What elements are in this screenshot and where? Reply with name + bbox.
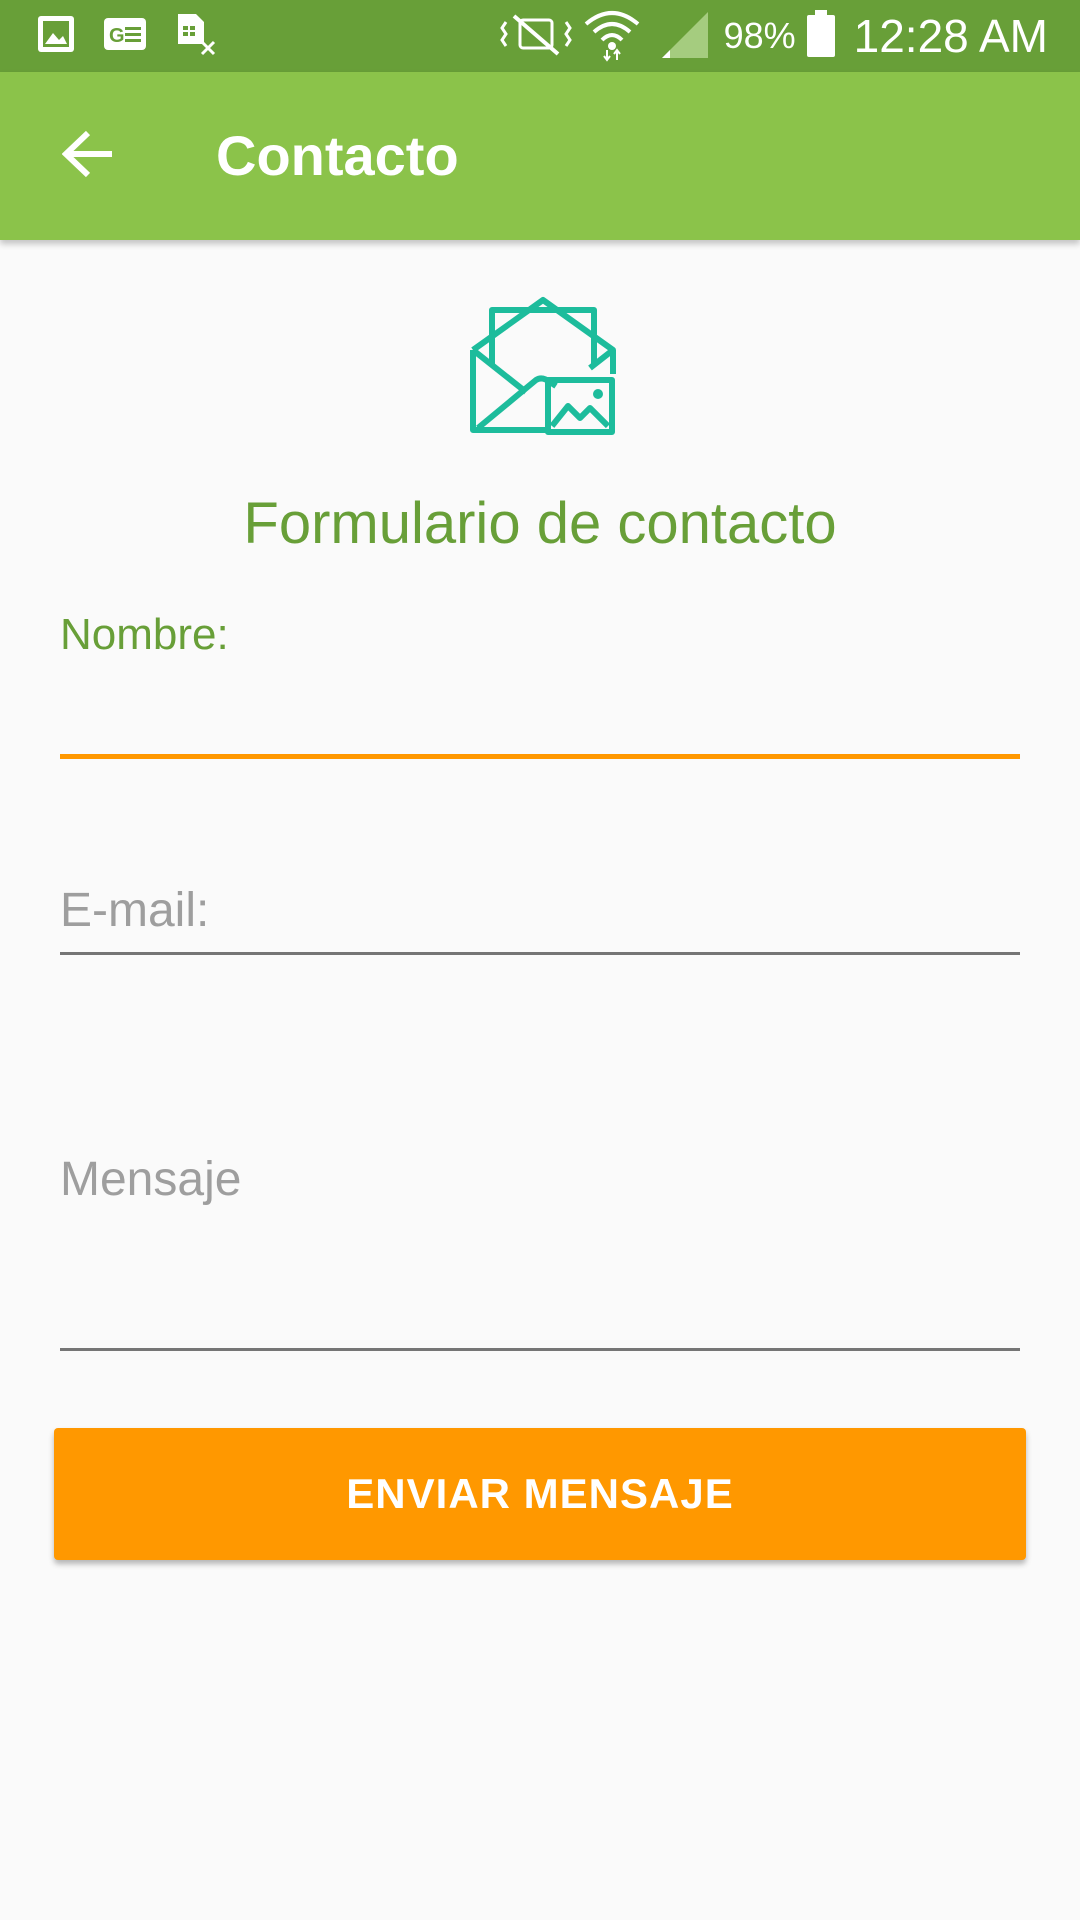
contact-form-screen: Formulario de contacto Nombre: ENVIAR ME… (0, 240, 1080, 1920)
status-notifications: G (36, 12, 218, 60)
gallery-icon (36, 14, 76, 59)
svg-text:G: G (109, 25, 125, 47)
clock: 12:28 AM (853, 10, 1048, 62)
back-button[interactable] (40, 108, 136, 204)
name-field-underline (60, 754, 1020, 759)
status-system: 98% 12:28 AM (499, 0, 1048, 72)
message-field-underline (60, 1348, 1020, 1351)
name-input[interactable] (60, 680, 1020, 750)
message-field (60, 1120, 1020, 1360)
name-field: Nombre: (60, 610, 1020, 760)
vibrate-mute-icon (499, 10, 572, 63)
email-field-underline (60, 952, 1020, 955)
send-message-button[interactable]: ENVIAR MENSAJE (54, 1428, 1026, 1560)
email-field (60, 860, 1020, 960)
wifi-icon (582, 6, 642, 67)
ge-icon: G (102, 14, 148, 59)
battery-icon (806, 9, 836, 63)
status-bar: G 98% 12:28 AM (0, 0, 1080, 72)
page-title: Contacto (216, 124, 459, 187)
envelope-image-icon (470, 294, 616, 440)
form-title: Formulario de contacto (243, 491, 837, 556)
name-field-label: Nombre: (60, 610, 229, 659)
email-input[interactable] (60, 870, 1020, 950)
sim-error-icon (174, 12, 218, 61)
message-input[interactable] (60, 1120, 1020, 1300)
battery-percent: 98% (723, 15, 796, 56)
app-bar: Contacto (0, 72, 1080, 240)
signal-icon (658, 8, 710, 65)
arrow-back-icon (61, 130, 114, 183)
